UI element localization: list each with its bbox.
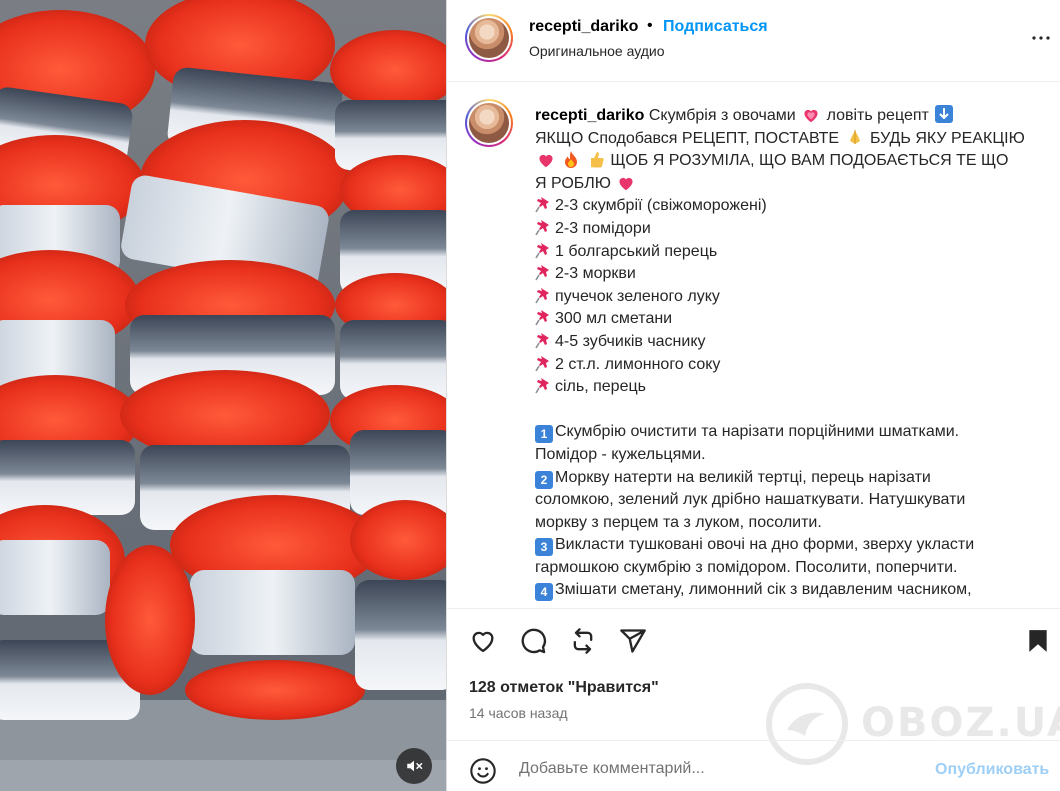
- step-text: гармошкою скумбрію з помідором. Посолити…: [535, 558, 958, 576]
- step-text: соломкою, зелений лук дрібно нашаткувати…: [535, 491, 966, 509]
- heart-emoji-icon: [539, 155, 553, 168]
- step-number-icon: 3: [535, 538, 553, 557]
- ingredient-item: 2 ст.л. лимонного соку: [535, 354, 1045, 377]
- ingredient-text: 2 ст.л. лимонного соку: [555, 355, 721, 373]
- likes-count[interactable]: 128 отметок "Нравится": [469, 679, 659, 697]
- ingredient-item: пучечок зеленого луку: [535, 286, 1045, 309]
- step-number-icon: 4: [535, 583, 553, 602]
- pin-icon: [535, 332, 549, 349]
- heart-emoji-icon: [619, 177, 633, 191]
- caption-avatar[interactable]: [465, 99, 513, 147]
- step-line: 2 Моркву натерти на великій тертці, перец…: [535, 467, 1045, 490]
- comment-input[interactable]: [519, 757, 899, 781]
- ingredient-text: 1 болгарський перець: [555, 242, 718, 260]
- separator-dot: •: [647, 17, 653, 34]
- caption-line4: Я РОБЛЮ: [535, 174, 611, 192]
- ingredient-item: 1 болгарський перець: [535, 241, 1045, 264]
- praying-hands-emoji-icon: [849, 129, 860, 144]
- step-text: моркву з перцем та з луком, посолити.: [535, 513, 822, 531]
- down-arrow-emoji-icon: [935, 105, 954, 123]
- ingredient-item: 2-3 помідори: [535, 218, 1045, 241]
- more-button[interactable]: [1029, 26, 1053, 55]
- pin-icon: [535, 265, 549, 281]
- ingredient-item: 4-5 зубчиків часнику: [535, 331, 1045, 354]
- comment-icon: [521, 628, 547, 654]
- caption-username[interactable]: recepti_dariko: [535, 107, 644, 124]
- step-line: гармошкою скумбрію з помідором. Посолити…: [535, 557, 1045, 580]
- share-icon: [620, 629, 646, 653]
- pin-icon: [535, 310, 549, 326]
- ingredient-text: сіль, перець: [555, 378, 646, 396]
- avatar[interactable]: [465, 14, 513, 62]
- caption-area: recepti_dariko Скумбрія з овочами ловіть…: [447, 83, 1060, 608]
- share-button[interactable]: [619, 627, 647, 660]
- mute-icon: [407, 760, 423, 772]
- step-line: моркву з перцем та з луком, посолити.: [535, 512, 1045, 535]
- ingredient-item: сіль, перець: [535, 376, 1045, 399]
- post-comment-button[interactable]: Опубликовать: [935, 761, 1049, 779]
- emoji-button[interactable]: [469, 757, 497, 790]
- caption-line3: ЩОБ Я РОЗУМІЛА, ЩО ВАМ ПОДОБАЄТЬСЯ ТЕ ЩО: [610, 152, 1009, 170]
- comment-button[interactable]: [519, 627, 547, 660]
- step-text: Помідор - кужельцями.: [535, 445, 706, 463]
- repost-icon: [573, 628, 593, 654]
- step-line: соломкою, зелений лук дрібно нашаткувати…: [535, 489, 1045, 512]
- step-line: 3 Викласти тушковані овочі на дно форми, …: [535, 534, 1045, 557]
- caption-cta-b: БУДЬ ЯКУ РЕАКЦІЮ: [869, 129, 1025, 147]
- caption-cta-a: ЯКЩО Сподобався РЕЦЕПТ, ПОСТАВТЕ: [535, 129, 840, 147]
- audio-label[interactable]: Оригинальное аудио: [529, 43, 665, 59]
- thumbs-up-emoji-icon: [590, 152, 604, 168]
- save-button[interactable]: [1025, 627, 1051, 660]
- step-text: Моркву натерти на великій тертці, перець…: [555, 468, 931, 486]
- like-button[interactable]: [469, 627, 497, 660]
- ingredient-text: 2-3 помідори: [555, 219, 651, 237]
- bookmark-icon: [1029, 630, 1047, 652]
- pin-icon: [535, 378, 549, 394]
- post-media[interactable]: [0, 0, 446, 791]
- step-text: Скумбрію очистити та нарізати порційними…: [555, 423, 960, 441]
- step-text: Змішати сметану, лимонний сік з видавлен…: [555, 581, 972, 599]
- ingredient-text: пучечок зеленого луку: [555, 287, 720, 305]
- step-text: Викласти тушковані овочі на дно форми, з…: [555, 536, 975, 554]
- ingredient-text: 2-3 моркви: [555, 265, 636, 283]
- header-username[interactable]: recepti_dariko: [529, 18, 638, 36]
- fire-emoji-icon: [565, 151, 578, 169]
- pin-icon: [535, 219, 549, 236]
- ingredient-text: 4-5 зубчиків часнику: [555, 332, 706, 350]
- comment-bar: Опубликовать: [447, 740, 1060, 791]
- caption-text: recepti_dariko Скумбрія з овочами ловіть…: [535, 105, 1045, 602]
- ingredients-list: 2-3 скумбрії (свіжоморожені) 2-3 помідори…: [535, 195, 1045, 398]
- post-header: recepti_dariko • Подписаться Оригинально…: [447, 0, 1060, 82]
- ingredient-item: 300 мл сметани: [535, 308, 1045, 331]
- follow-button[interactable]: Подписаться: [663, 18, 768, 36]
- step-number-icon: 2: [535, 470, 553, 489]
- emoji-icon: [470, 758, 496, 784]
- post-time[interactable]: 14 часов назад: [469, 705, 568, 721]
- pin-icon: [535, 287, 549, 304]
- mute-button[interactable]: [396, 748, 432, 784]
- step-line: 4 Змішати сметану, лимонний сік з видавле…: [535, 579, 1045, 602]
- repost-button[interactable]: [569, 627, 597, 660]
- more-icon: [1032, 36, 1050, 40]
- ingredient-item: 2-3 скумбрії (свіжоморожені): [535, 195, 1045, 218]
- steps-list: 1 Скумбрію очистити та нарізати порційним…: [535, 421, 1045, 602]
- actions-bar: 128 отметок "Нравится" 14 часов назад: [447, 608, 1060, 732]
- step-number-icon: 1: [535, 425, 553, 444]
- food-photo: [0, 0, 446, 791]
- caption-title: Скумбрія з овочами: [648, 107, 796, 124]
- pin-icon: [535, 197, 549, 213]
- heart-emoji-icon: [804, 109, 818, 123]
- pin-icon: [535, 242, 549, 258]
- ingredient-item: 2-3 моркви: [535, 263, 1045, 286]
- step-line: Помідор - кужельцями.: [535, 444, 1045, 467]
- ingredient-text: 300 мл сметани: [555, 310, 673, 328]
- caption-subtitle: ловіть рецепт: [826, 107, 929, 124]
- ingredient-text: 2-3 скумбрії (свіжоморожені): [555, 197, 767, 215]
- step-line: 1 Скумбрію очистити та нарізати порційним…: [535, 421, 1045, 444]
- pin-icon: [535, 355, 549, 371]
- post-panel: recepti_dariko • Подписаться Оригинально…: [446, 0, 1060, 791]
- heart-icon: [472, 631, 494, 653]
